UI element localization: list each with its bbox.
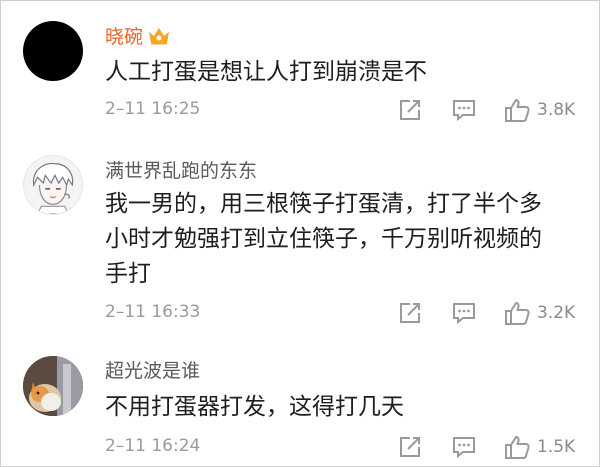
avatar[interactable] (23, 21, 83, 81)
cat-photo-icon (23, 356, 83, 416)
timestamp: 2–11 16:24 (105, 436, 201, 456)
comment-text: 人工打蛋是想让人打到崩溃是不 (105, 59, 427, 85)
anime-boy-sketch-icon (33, 162, 74, 214)
comment-icon[interactable] (451, 434, 477, 460)
thumbs-up-icon (505, 99, 530, 122)
timestamp: 2–11 16:25 (105, 99, 201, 119)
username-text: 晓碗 (105, 26, 144, 48)
comment-icon[interactable] (451, 97, 477, 123)
comment-icon[interactable] (451, 300, 477, 326)
comment-list: 晓碗 人工打蛋是想让人打到崩溃是不 2–11 16:25 3.8K 满世界乱跑的… (0, 0, 600, 467)
comment-item: 晓碗 人工打蛋是想让人打到崩溃是不 2–11 16:25 3.8K (1, 1, 600, 151)
comment-text-line: 我一男的，用三根筷子打蛋清，打了半个多 (105, 191, 542, 217)
comment-text: 不用打蛋器打发，这得打几天 (105, 394, 404, 420)
like-count: 1.5K (537, 437, 576, 457)
username[interactable]: 晓碗 (105, 25, 171, 52)
comment-text-line: 手打 (105, 261, 151, 287)
comment-meta: 2–11 16:25 3.8K (105, 97, 581, 123)
thumbs-up-icon (505, 302, 530, 325)
share-icon[interactable] (397, 300, 423, 326)
comment-item: 满世界乱跑的东东 我一男的，用三根筷子打蛋清，打了半个多 小时才勉强打到立住筷子… (1, 151, 600, 341)
avatar[interactable] (23, 155, 83, 215)
share-icon[interactable] (397, 434, 423, 460)
thumbs-up-icon (505, 436, 530, 459)
avatar[interactable] (23, 356, 83, 416)
crown-icon (147, 26, 171, 52)
comment-item: 超光波是谁 不用打蛋器打发，这得打几天 2–11 16:24 1.5K (1, 341, 600, 466)
timestamp: 2–11 16:33 (105, 302, 201, 322)
comment-text: 我一男的，用三根筷子打蛋清，打了半个多 小时才勉强打到立住筷子，千万别听视频的 … (105, 187, 575, 292)
comment-meta: 2–11 16:24 1.5K (105, 434, 581, 460)
comment-meta: 2–11 16:33 3.2K (105, 300, 581, 326)
like-count: 3.2K (537, 303, 576, 323)
comment-text-line: 小时才勉强打到立住筷子，千万别听视频的 (105, 226, 542, 252)
username[interactable]: 超光波是谁 (105, 359, 200, 383)
share-icon[interactable] (397, 97, 423, 123)
username[interactable]: 满世界乱跑的东东 (105, 159, 257, 183)
like-count: 3.8K (537, 100, 576, 120)
